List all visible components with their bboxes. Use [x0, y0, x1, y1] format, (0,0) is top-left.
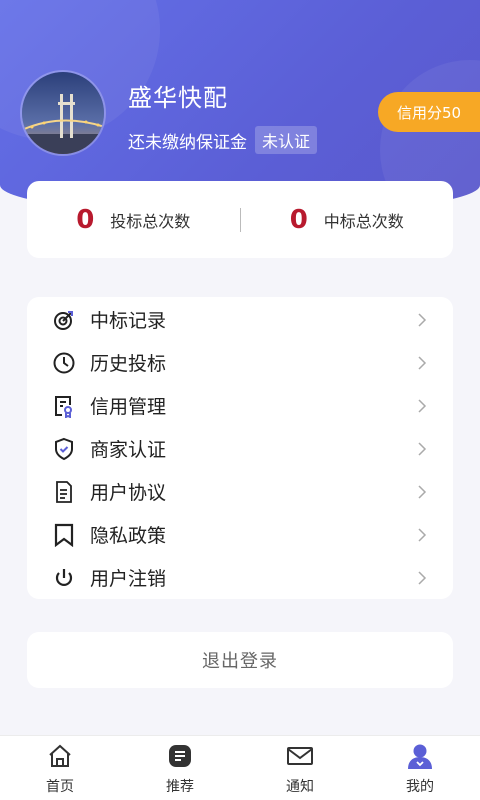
tab-label: 首页 — [46, 779, 74, 795]
menu-item-label: 用户协议 — [90, 482, 167, 504]
menu-list: 中标记录 历史投标 信用管理 商家认证 用户协议 隐私政策 用户注销 — [27, 297, 453, 599]
menu-item-account-deletion[interactable]: 用户注销 — [27, 556, 453, 599]
chevron-right-icon — [418, 441, 427, 456]
stat-label: 投标总次数 — [110, 211, 191, 231]
tab-home[interactable]: 首页 — [0, 736, 120, 800]
tab-label: 我的 — [406, 779, 434, 795]
bookmark-icon — [52, 523, 76, 547]
stat-value: 0 — [76, 204, 95, 235]
chevron-right-icon — [418, 398, 427, 413]
target-icon — [52, 308, 76, 332]
power-icon — [52, 566, 76, 590]
stats-card: 0 投标总次数 0 中标总次数 — [27, 181, 453, 258]
user-icon — [406, 742, 434, 770]
certificate-icon — [52, 394, 76, 418]
menu-item-bid-history[interactable]: 历史投标 — [27, 341, 453, 384]
stat-value: 0 — [289, 204, 308, 235]
home-icon — [46, 742, 74, 770]
tab-mine[interactable]: 我的 — [360, 736, 480, 800]
avatar[interactable] — [20, 70, 106, 156]
stat-label: 中标总次数 — [323, 211, 404, 231]
menu-item-label: 商家认证 — [90, 439, 167, 461]
menu-item-label: 信用管理 — [90, 396, 167, 418]
menu-item-credit-management[interactable]: 信用管理 — [27, 384, 453, 427]
chevron-right-icon — [418, 527, 427, 542]
document-icon — [52, 480, 76, 504]
tab-label: 通知 — [286, 779, 314, 795]
chevron-right-icon — [418, 355, 427, 370]
chevron-right-icon — [418, 570, 427, 585]
chevron-right-icon — [418, 312, 427, 327]
user-name: 盛华快配 — [128, 84, 228, 112]
tab-recommend[interactable]: 推荐 — [120, 736, 240, 800]
clock-icon — [52, 351, 76, 375]
tab-label: 推荐 — [166, 779, 194, 795]
logout-button[interactable]: 退出登录 — [27, 632, 453, 688]
menu-item-label: 中标记录 — [90, 310, 167, 332]
bottom-tab-bar: 首页 推荐 通知 我的 — [0, 735, 480, 800]
chevron-right-icon — [418, 484, 427, 499]
menu-item-label: 用户注销 — [90, 568, 167, 590]
shield-check-icon — [52, 437, 76, 461]
menu-item-privacy-policy[interactable]: 隐私政策 — [27, 513, 453, 556]
stat-bids-total[interactable]: 0 投标总次数 — [27, 205, 240, 235]
credit-score-badge[interactable]: 信用分50 — [378, 92, 480, 132]
tab-notifications[interactable]: 通知 — [240, 736, 360, 800]
menu-item-merchant-certification[interactable]: 商家认证 — [27, 427, 453, 470]
mail-icon — [286, 742, 314, 770]
menu-item-user-agreement[interactable]: 用户协议 — [27, 470, 453, 513]
menu-item-label: 隐私政策 — [90, 525, 167, 547]
deposit-status-row: 还未缴纳保证金 未认证 — [128, 126, 318, 154]
stat-wins-total[interactable]: 0 中标总次数 — [241, 205, 454, 235]
cert-status-badge[interactable]: 未认证 — [255, 126, 318, 154]
menu-item-winning-records[interactable]: 中标记录 — [27, 298, 453, 341]
list-icon — [166, 742, 194, 770]
menu-item-label: 历史投标 — [90, 353, 167, 375]
deposit-status: 还未缴纳保证金 — [128, 132, 247, 153]
